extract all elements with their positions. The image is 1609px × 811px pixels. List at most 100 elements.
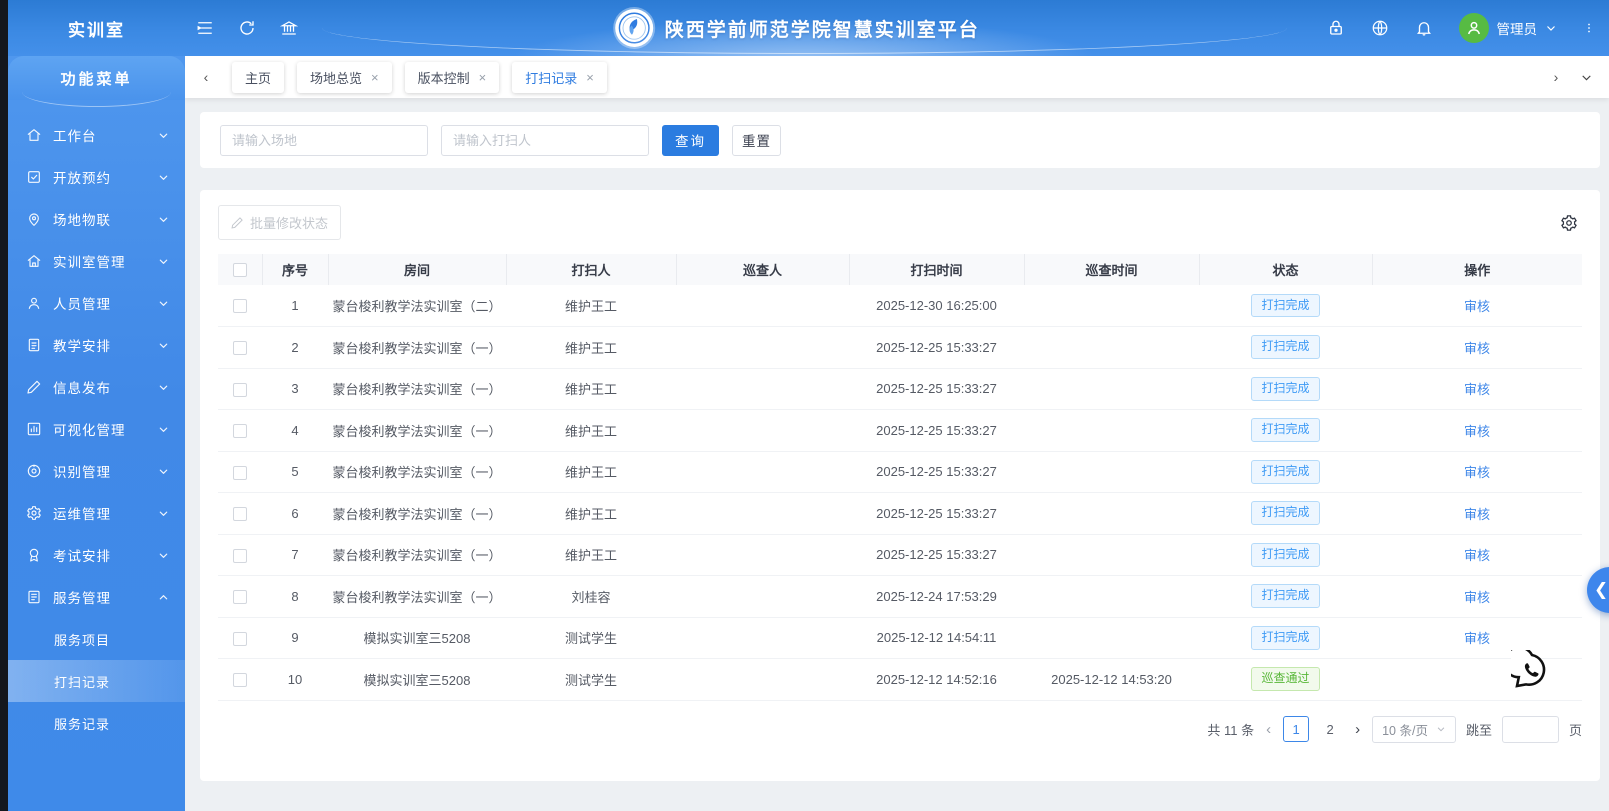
chevron-down-icon [158, 256, 169, 267]
sidebar-subitem[interactable]: 服务项目 [8, 618, 185, 660]
query-button[interactable]: 查询 [662, 124, 719, 156]
select-all-checkbox[interactable] [232, 263, 247, 278]
review-link[interactable]: 审核 [1464, 424, 1490, 439]
prev-page-icon[interactable]: ‹ [1264, 721, 1273, 738]
room-cell: 蒙台梭利教学法实训室（二） [328, 285, 506, 327]
room-cell: 模拟实训室三5208 [328, 617, 506, 659]
sidebar-subitem[interactable]: 打扫记录 [8, 660, 185, 702]
table-toolbar: 批量修改状态 [218, 205, 1582, 240]
sidebar-item-label: 信息发布 [53, 381, 111, 396]
row-checkbox[interactable] [233, 631, 247, 646]
row-select-cell [218, 658, 262, 701]
row-select-cell [218, 409, 262, 452]
row-checkbox[interactable] [233, 673, 247, 688]
sidebar-subitem[interactable]: 服务记录 [8, 702, 185, 744]
sidebar-item[interactable]: 场地物联 [8, 198, 185, 240]
review-link[interactable]: 审核 [1464, 341, 1490, 356]
globe-icon[interactable] [1371, 19, 1389, 37]
status-cell: 打扫完成 [1199, 326, 1372, 369]
row-checkbox[interactable] [233, 341, 247, 356]
tab[interactable]: 版本控制 × [404, 61, 500, 93]
row-select-cell [218, 575, 262, 618]
row-checkbox[interactable] [233, 382, 247, 397]
tabs-dropdown-icon[interactable] [1573, 64, 1599, 90]
bell-icon[interactable] [1415, 19, 1433, 37]
sidebar-item[interactable]: 可视化管理 [8, 408, 185, 450]
page-number-active[interactable]: 1 [1283, 716, 1310, 742]
tab[interactable]: 场地总览 × [297, 61, 392, 93]
status-cell: 巡查通过 [1199, 658, 1372, 701]
sidebar-item[interactable]: 服务管理 [8, 576, 185, 618]
table-row: 3 蒙台梭利教学法实训室（一） 维护王工 2025-12-25 15:33:27 打扫完… [218, 368, 1582, 410]
lock-icon[interactable] [1327, 19, 1345, 37]
more-vertical-icon[interactable] [1583, 19, 1595, 37]
tabs-scroll-right-icon[interactable]: › [1543, 64, 1569, 90]
review-link[interactable]: 审核 [1464, 507, 1490, 522]
row-checkbox[interactable] [233, 424, 247, 439]
room-cell: 模拟实训室三5208 [328, 658, 506, 701]
action-cell: 审核 [1372, 534, 1582, 576]
tab[interactable]: 主页 [232, 61, 285, 93]
tabs-scroll-left-icon[interactable]: ‹ [193, 64, 219, 90]
sidebar-item[interactable]: 运维管理 [8, 492, 185, 534]
review-link[interactable]: 审核 [1464, 299, 1490, 314]
cleaner-search-input[interactable] [441, 124, 649, 156]
refresh-icon[interactable] [238, 19, 256, 37]
brand-area: 实训室 [8, 0, 185, 56]
status-badge: 打扫完成 [1251, 625, 1320, 650]
sidebar-item[interactable]: 开放预约 [8, 156, 185, 198]
cleaner-cell: 维护王工 [506, 326, 676, 369]
cleaner-cell: 测试学生 [506, 617, 676, 659]
tab-label: 打扫记录 [525, 70, 578, 86]
sidebar-item[interactable]: 人员管理 [8, 282, 185, 324]
review-link[interactable]: 审核 [1464, 548, 1490, 563]
inspect-time-cell [1024, 451, 1199, 493]
reset-button[interactable]: 重置 [732, 124, 781, 156]
page-number[interactable]: 2 [1317, 716, 1343, 742]
row-checkbox[interactable] [233, 590, 247, 605]
table-settings-gear-icon[interactable] [1560, 214, 1578, 232]
action-cell: 审核 [1372, 285, 1582, 327]
sidebar-header: 功能菜单 [8, 56, 185, 107]
batch-edit-status-button[interactable]: 批量修改状态 [218, 205, 342, 240]
user-menu[interactable]: 管理员 [1458, 13, 1558, 43]
sidebar-item[interactable]: 教学安排 [8, 324, 185, 366]
row-checkbox[interactable] [233, 299, 247, 314]
sidebar-item[interactable]: 识别管理 [8, 450, 185, 492]
tab-close-icon[interactable]: × [586, 71, 594, 84]
sidebar-item[interactable]: 实训室管理 [8, 240, 185, 282]
inspect-time-cell [1024, 285, 1199, 327]
venue-search-input[interactable] [220, 124, 428, 156]
select-all-header-cell [218, 254, 263, 285]
tab-close-icon[interactable]: × [371, 71, 379, 84]
status-badge: 打扫完成 [1251, 542, 1320, 567]
sidebar-item[interactable]: 工作台 [8, 114, 185, 156]
page-size-select[interactable]: 10 条/页 [1372, 715, 1456, 743]
next-page-icon[interactable]: › [1353, 721, 1362, 738]
tab-close-icon[interactable]: × [479, 71, 487, 84]
status-cell: 打扫完成 [1199, 617, 1372, 659]
row-checkbox[interactable] [233, 465, 247, 480]
clean-time-cell: 2025-12-25 15:33:27 [849, 451, 1024, 493]
row-checkbox[interactable] [233, 548, 247, 563]
brand-title: 实训室 [68, 20, 125, 40]
topbar-left-icons [196, 0, 298, 56]
row-checkbox[interactable] [233, 507, 247, 522]
sidebar-subitem-label: 服务记录 [54, 716, 111, 732]
status-badge: 打扫完成 [1251, 418, 1320, 443]
review-link[interactable]: 审核 [1464, 631, 1490, 646]
sidebar-item[interactable]: 信息发布 [8, 366, 185, 408]
status-cell: 打扫完成 [1199, 575, 1372, 618]
jump-page-input[interactable] [1501, 715, 1559, 743]
review-link[interactable]: 审核 [1464, 382, 1490, 397]
sidebar-item[interactable]: 考试安排 [8, 534, 185, 576]
row-select-cell [218, 492, 262, 535]
institution-icon[interactable] [280, 19, 298, 37]
chevron-down-icon [158, 550, 169, 561]
whatsapp-icon[interactable] [1502, 645, 1553, 692]
review-link[interactable]: 审核 [1464, 465, 1490, 480]
review-link[interactable]: 审核 [1464, 590, 1490, 605]
menu-fold-icon[interactable] [196, 19, 214, 37]
sidebar-item-label: 运维管理 [53, 507, 111, 522]
tab[interactable]: 打扫记录 × [512, 61, 607, 93]
